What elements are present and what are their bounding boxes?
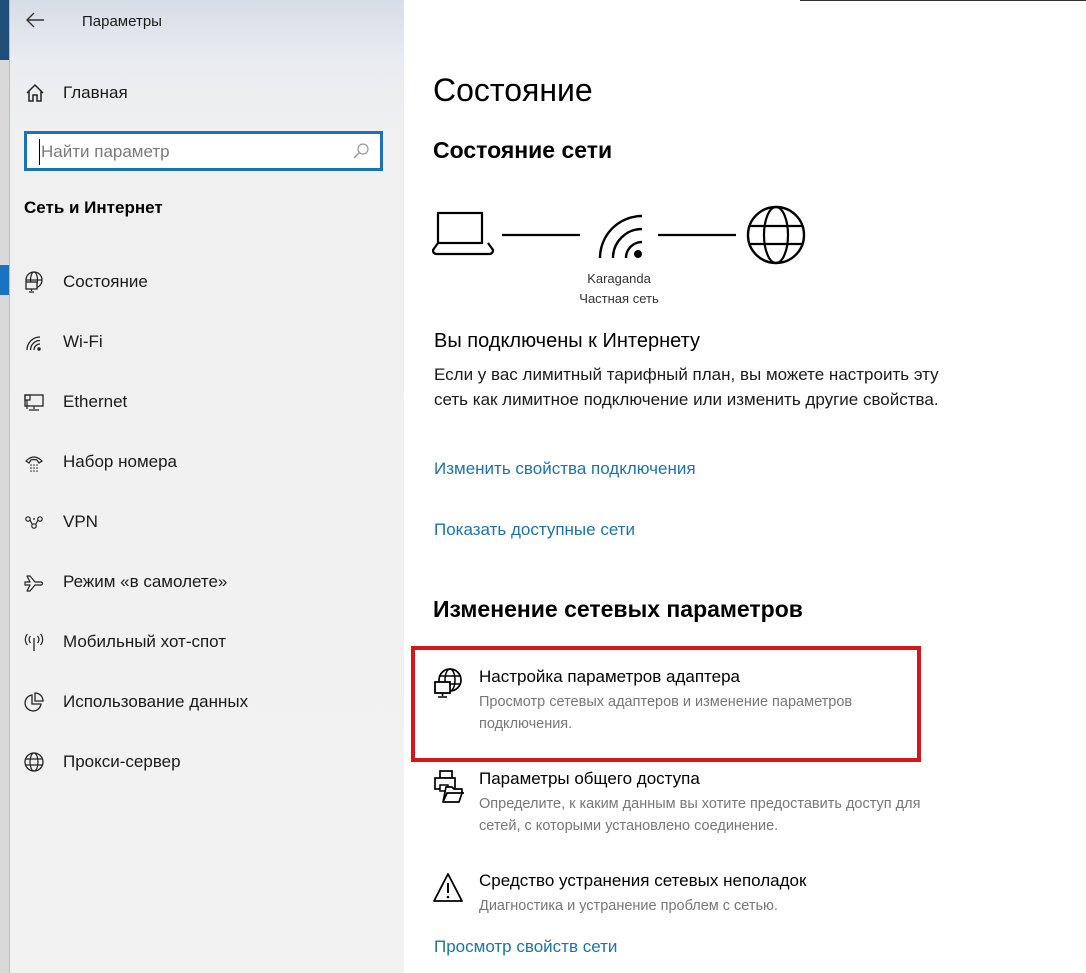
home-icon (26, 83, 44, 102)
hotspot-icon (24, 633, 44, 651)
sidebar-item-home[interactable]: Главная (24, 78, 128, 108)
option-description: Просмотр сетевых адаптеров и изменение п… (479, 694, 853, 732)
option-title: Средство устранения сетевых неполадок (479, 871, 807, 890)
sidebar-item-airplane[interactable]: Режим «в самолете» (10, 552, 404, 612)
search-box[interactable] (24, 131, 383, 171)
vpn-icon (25, 516, 43, 529)
sidebar-item-wifi[interactable]: Wi-Fi (10, 312, 404, 372)
sidebar-item-label: Набор номера (63, 452, 177, 471)
network-type: Частная сеть (579, 291, 659, 306)
page-title: Состояние (433, 72, 593, 108)
sidebar-nav: Состояние Wi-Fi Ethernet Набор номера VP… (10, 252, 404, 792)
adapter-icon (434, 668, 462, 698)
globe-icon (24, 752, 44, 772)
laptop-icon (432, 211, 495, 256)
network-label: Karaganda Частная сеть (554, 269, 684, 309)
search-icon[interactable] (352, 142, 370, 160)
title-bar: Параметры (10, 0, 404, 44)
view-network-properties-link[interactable]: Просмотр свойств сети (434, 937, 617, 957)
sidebar-item-status[interactable]: Состояние (10, 252, 404, 312)
search-input[interactable] (39, 139, 339, 165)
active-item-indicator (0, 265, 9, 295)
sidebar-item-label: Ethernet (63, 392, 128, 411)
section-title: Сеть и Интернет (24, 198, 163, 217)
sidebar-item-label: Мобильный хот-спот (63, 632, 227, 651)
sidebar-item-label: Состояние (63, 272, 148, 291)
connection-status-description: Если у вас лимитный тарифный план, вы мо… (434, 365, 939, 409)
warning-icon (433, 873, 463, 902)
change-settings-heading: Изменение сетевых параметров (433, 596, 803, 622)
option-description: Определите, к каким данным вы хотите пре… (479, 796, 921, 834)
sidebar-item-label: VPN (63, 512, 98, 531)
sidebar: Параметры Главная Сеть и Интернет Состоя… (10, 0, 404, 973)
data-usage-icon (24, 692, 44, 712)
sidebar-item-label: Прокси-сервер (63, 752, 181, 771)
sidebar-item-ethernet[interactable]: Ethernet (10, 372, 404, 432)
show-available-networks-link[interactable]: Показать доступные сети (434, 520, 635, 540)
background-window-accent (0, 0, 9, 60)
back-arrow-icon[interactable] (24, 8, 48, 32)
ethernet-icon (24, 394, 44, 411)
sidebar-item-proxy[interactable]: Прокси-сервер (10, 732, 404, 792)
background-window-edge (0, 0, 10, 973)
option-description: Диагностика и устранение проблем с сетью… (479, 898, 778, 914)
network-status-icon (25, 271, 43, 293)
wifi-network-icon (598, 214, 643, 259)
airplane-icon (24, 575, 44, 592)
sharing-icon (434, 770, 464, 803)
sidebar-item-vpn[interactable]: VPN (10, 492, 404, 552)
sidebar-item-data-usage[interactable]: Использование данных (10, 672, 404, 732)
internet-globe-icon (746, 205, 806, 265)
sidebar-item-label: Главная (63, 83, 128, 102)
sidebar-item-dialup[interactable]: Набор номера (10, 432, 404, 492)
connection-status-title: Вы подключены к Интернету (434, 330, 700, 352)
sidebar-item-hotspot[interactable]: Мобильный хот-спот (10, 612, 404, 672)
option-title: Параметры общего доступа (479, 769, 700, 788)
app-title: Параметры (82, 13, 162, 30)
sidebar-item-label: Режим «в самолете» (63, 572, 228, 591)
dial-up-icon (25, 456, 43, 472)
sidebar-item-label: Использование данных (63, 692, 249, 711)
network-status-heading: Состояние сети (433, 137, 613, 163)
window-border (800, 0, 1086, 1)
main-content: Состояние Состояние сети Karaganda Частн… (404, 0, 1086, 973)
network-name: Karaganda (587, 271, 651, 286)
sidebar-item-label: Wi-Fi (63, 332, 103, 351)
change-connection-properties-link[interactable]: Изменить свойства подключения (434, 459, 696, 479)
wifi-icon (26, 336, 41, 351)
option-title: Настройка параметров адаптера (479, 667, 741, 686)
